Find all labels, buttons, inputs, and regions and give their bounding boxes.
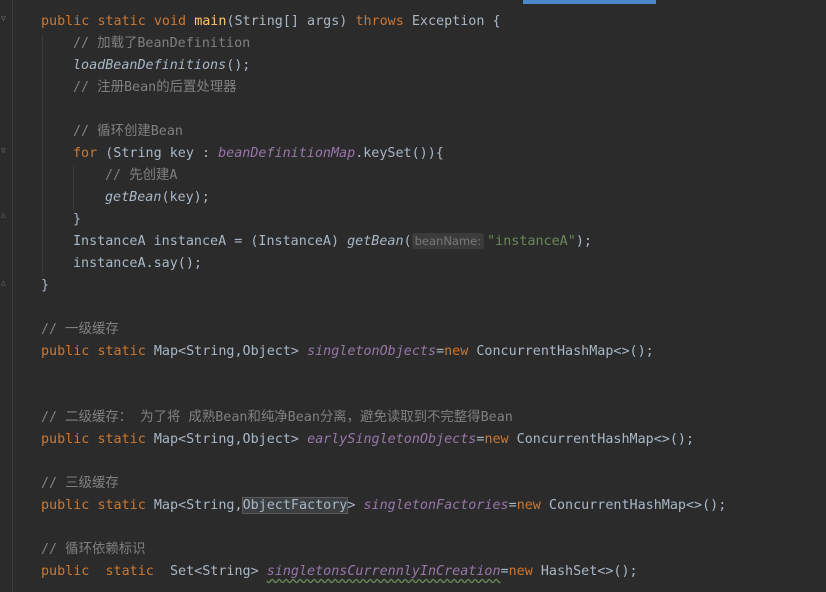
comment-load-defs: // 加载了BeanDefinition [73, 36, 251, 51]
call-load-bean-definitions: loadBeanDefinitions [73, 58, 227, 73]
code-line-getbean[interactable]: getBean(key); [105, 187, 210, 209]
instance-end: ); [575, 234, 592, 249]
comment-create-a: // 先创建A [105, 168, 178, 183]
field-singletons-in-creation: singletonsCurrennlyInCreation [266, 564, 501, 579]
type-set: Set<String> [170, 564, 267, 579]
kw-for: for [73, 146, 98, 161]
comment-level1: // 一级缓存 [41, 322, 119, 337]
assign: = [436, 344, 445, 359]
method-rest: Exception { [403, 14, 501, 29]
code-line-currently-in-creation[interactable]: public static Set<String> singletonsCurr… [41, 561, 638, 583]
code-line-early-singleton-objects[interactable]: public static Map<String,Object> earlySi… [41, 429, 694, 451]
comment-level3: // 三级缓存 [41, 476, 119, 491]
string-literal: "instanceA" [487, 234, 576, 249]
editor-gutter: ▽ ▽ △ △ [0, 0, 13, 592]
kw-static: static [97, 432, 146, 447]
kw-static: static [105, 564, 154, 579]
kw-public: public [41, 498, 90, 513]
code-editor[interactable]: ▽ ▽ △ △ public static void main(String[]… [0, 0, 826, 592]
tab-indicator [523, 0, 656, 4]
fold-icon[interactable]: ▽ [1, 146, 8, 155]
kw-new: new [484, 432, 509, 447]
field-singleton-factories: singletonFactories [363, 498, 509, 513]
type-map: Map<String,Object> [145, 432, 308, 447]
for-end: .keySet()){ [355, 146, 444, 161]
kw-public: public [41, 344, 90, 359]
type-close: > [347, 498, 364, 513]
ctor: HashSet<>(); [532, 564, 638, 579]
comment-loop: // 循环创建Bean [73, 124, 183, 139]
assign: = [508, 498, 517, 513]
field-early-singleton-objects: earlySingletonObjects [307, 432, 477, 447]
kw-public: public [41, 564, 90, 579]
code-line-instance[interactable]: InstanceA instanceA = (InstanceA) getBea… [73, 231, 592, 253]
kw-static: static [97, 498, 146, 513]
type-map: Map<String,Object> [145, 344, 308, 359]
kw-public: public [41, 432, 90, 447]
kw-throws: throws [355, 14, 404, 29]
fold-icon[interactable]: ▽ [1, 14, 8, 23]
method-name: main [194, 14, 227, 29]
kw-public: public [41, 14, 90, 29]
ctor: ConcurrentHashMap<>(); [540, 498, 727, 513]
code-line-singleton-factories[interactable]: public static Map<String,ObjectFactory> … [41, 495, 726, 517]
for-close-brace: } [73, 212, 82, 227]
kw-void: void [153, 14, 187, 29]
comment-level2: // 二级缓存： 为了将 成熟Bean和纯净Bean分离，避免读取到不完整得Be… [41, 410, 513, 425]
type-map: Map<String, [145, 498, 243, 513]
kw-new: new [516, 498, 541, 513]
indent-guide [73, 166, 74, 210]
code-line-main-signature[interactable]: public static void main(String[] args) t… [41, 11, 501, 33]
code-line-say[interactable]: instanceA.say(); [73, 253, 202, 275]
getbean-args: (key); [161, 190, 210, 205]
kw-new: new [508, 564, 533, 579]
param-hint: beanName: [411, 233, 485, 249]
highlighted-type-object-factory[interactable]: ObjectFactory [241, 497, 349, 514]
code-line-load[interactable]: loadBeanDefinitions(); [73, 55, 250, 77]
fold-icon[interactable]: △ [1, 278, 8, 287]
method-params: (String[] args) [226, 14, 356, 29]
fold-icon[interactable]: △ [1, 210, 8, 219]
field-bean-definition-map: beanDefinitionMap [218, 146, 356, 161]
method-close-brace: } [41, 278, 50, 293]
kw-new: new [444, 344, 469, 359]
kw-static: static [97, 344, 146, 359]
call-getbean: getBean [105, 190, 162, 205]
code-line-for[interactable]: for (String key : beanDefinitionMap.keyS… [73, 143, 444, 165]
assign: = [500, 564, 509, 579]
field-singleton-objects: singletonObjects [307, 344, 437, 359]
for-mid: (String key : [97, 146, 219, 161]
call-end: (); [226, 58, 251, 73]
open-paren: ( [403, 234, 412, 249]
ctor: ConcurrentHashMap<>(); [508, 432, 695, 447]
comment-loop-flag: // 循环依赖标识 [41, 542, 146, 557]
indent-guide [42, 34, 43, 276]
ctor: ConcurrentHashMap<>(); [468, 344, 654, 359]
instance-decl: InstanceA instanceA = (InstanceA) [73, 234, 348, 249]
kw-static: static [97, 14, 146, 29]
call-getbean: getBean [347, 234, 404, 249]
code-line-singleton-objects[interactable]: public static Map<String,Object> singlet… [41, 341, 654, 363]
comment-register: // 注册Bean的后置处理器 [73, 80, 237, 95]
